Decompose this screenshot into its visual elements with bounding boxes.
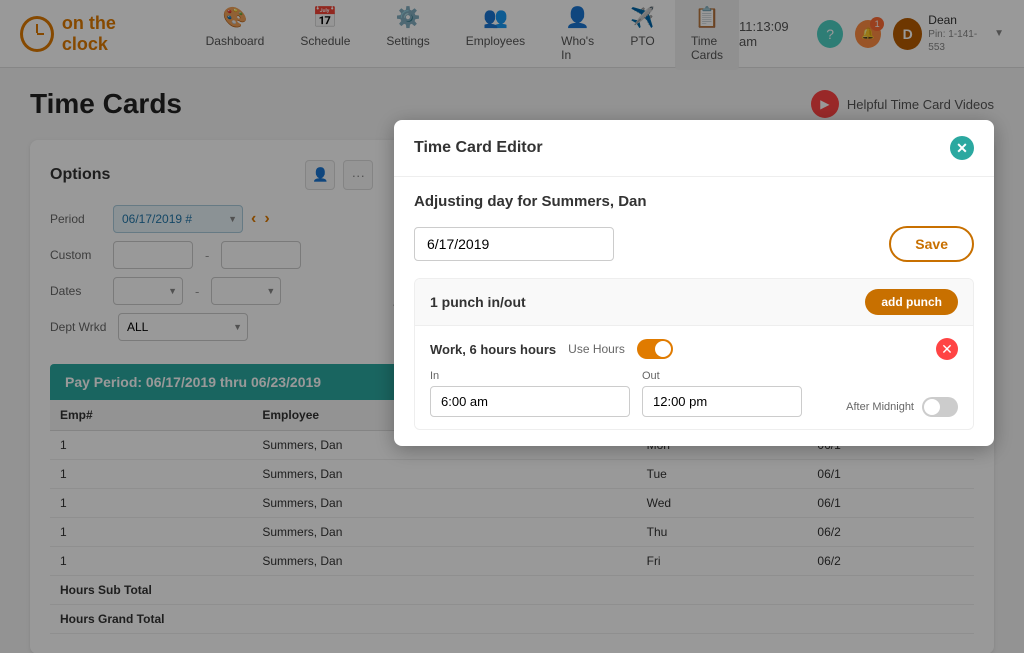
time-card-editor-modal: Time Card Editor ✕ Adjusting day for Sum…: [394, 120, 994, 446]
out-label: Out: [642, 370, 834, 382]
modal-overlay: Time Card Editor ✕ Adjusting day for Sum…: [0, 0, 1024, 653]
use-hours-label: Use Hours: [568, 342, 625, 356]
out-group: Out: [642, 370, 834, 417]
punch-section-header: 1 punch in/out add punch: [415, 279, 973, 326]
add-punch-button[interactable]: add punch: [865, 289, 958, 315]
save-button[interactable]: Save: [889, 226, 974, 262]
modal-day-row: Adjusting day for Summers, Dan: [414, 193, 974, 210]
punch-type-label: Work, 6 hours hours: [430, 342, 556, 357]
in-time-input[interactable]: [430, 386, 630, 417]
punch-row: Work, 6 hours hours Use Hours ✕ In Out: [415, 326, 973, 429]
punch-section-title: 1 punch in/out: [430, 294, 526, 310]
after-midnight-toggle[interactable]: [922, 397, 958, 417]
modal-body: Adjusting day for Summers, Dan Save 1 pu…: [394, 177, 994, 446]
remove-punch-button[interactable]: ✕: [936, 338, 958, 360]
in-label: In: [430, 370, 630, 382]
in-group: In: [430, 370, 630, 417]
use-hours-toggle[interactable]: [637, 339, 673, 359]
modal-title: Time Card Editor: [414, 139, 543, 157]
modal-header: Time Card Editor ✕: [394, 120, 994, 177]
after-midnight-label: After Midnight: [846, 401, 914, 413]
after-midnight-group: After Midnight: [846, 397, 958, 417]
modal-date-save-row: Save: [414, 226, 974, 262]
modal-date-input[interactable]: [414, 227, 614, 261]
punch-section: 1 punch in/out add punch Work, 6 hours h…: [414, 278, 974, 430]
out-time-input[interactable]: [642, 386, 802, 417]
modal-close-button[interactable]: ✕: [950, 136, 974, 160]
modal-subtitle: Adjusting day for Summers, Dan: [414, 193, 647, 210]
punch-type-row: Work, 6 hours hours Use Hours ✕: [430, 338, 958, 360]
in-out-row: In Out After Midnight: [430, 370, 958, 417]
